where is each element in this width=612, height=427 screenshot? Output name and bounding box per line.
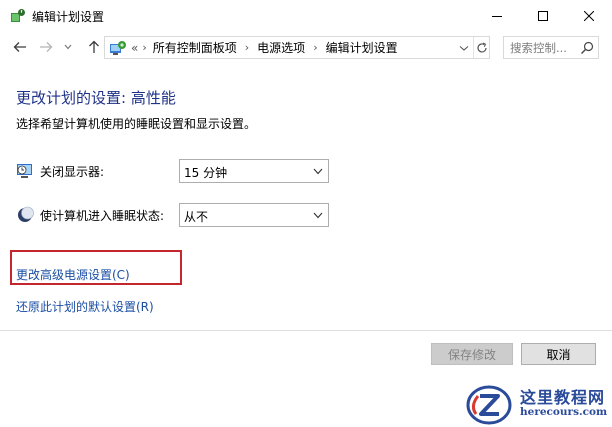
display-off-value: 15 分钟 [184, 166, 228, 180]
site-watermark: 这里教程网 herecours.com [466, 382, 612, 427]
close-icon [584, 11, 594, 21]
restore-defaults-link[interactable]: 还原此计划的默认设置(R) [16, 298, 154, 315]
display-off-label: 关闭显示器: [40, 165, 105, 179]
maximize-icon [538, 11, 548, 21]
up-button[interactable] [84, 37, 104, 57]
power-options-icon [11, 9, 25, 22]
display-off-setting: 关闭显示器: 15 分钟 [16, 159, 336, 183]
watermark-site-url: herecours.com [520, 406, 608, 418]
window-title: 编辑计划设置 [32, 10, 105, 24]
sleep-select[interactable]: 从不 [179, 203, 329, 227]
breadcrumb-overflow[interactable]: « [131, 41, 138, 55]
chevron-down-icon [64, 44, 72, 50]
save-changes-button[interactable]: 保存修改 [431, 343, 513, 365]
footer-divider [0, 330, 612, 331]
recent-locations-button[interactable] [62, 37, 74, 57]
breadcrumb: « › 所有控制面板项 › 电源选项 › 编辑计划设置 [131, 39, 398, 56]
breadcrumb-all-control-panel-items[interactable]: 所有控制面板项 [153, 39, 237, 56]
title-bar: 编辑计划设置 [0, 0, 612, 32]
control-panel-icon [110, 40, 126, 55]
breadcrumb-edit-plan-settings[interactable]: 编辑计划设置 [326, 39, 398, 56]
chevron-down-icon [459, 46, 469, 51]
minimize-button[interactable] [474, 0, 520, 32]
address-bar[interactable]: « › 所有控制面板项 › 电源选项 › 编辑计划设置 [104, 36, 490, 59]
refresh-button[interactable] [473, 37, 490, 58]
maximize-button[interactable] [520, 0, 566, 32]
page-description: 选择希望计算机使用的睡眠设置和显示设置。 [16, 117, 257, 131]
chevron-down-icon [313, 168, 323, 175]
advanced-power-settings-link[interactable]: 更改高级电源设置(C) [16, 266, 130, 283]
sleep-moon-icon [18, 206, 34, 222]
sleep-setting: 使计算机进入睡眠状态: 从不 [16, 203, 336, 227]
display-off-select[interactable]: 15 分钟 [179, 159, 329, 183]
breadcrumb-separator: › [313, 41, 318, 54]
breadcrumb-separator: › [142, 41, 147, 54]
breadcrumb-separator: › [244, 41, 250, 54]
navigation-bar: « › 所有控制面板项 › 电源选项 › 编辑计划设置 [0, 32, 612, 62]
search-input[interactable] [510, 40, 576, 55]
chevron-down-icon [313, 212, 323, 219]
watermark-site-name: 这里教程网 [520, 388, 606, 407]
forward-button[interactable] [36, 37, 56, 57]
arrow-left-icon [13, 42, 26, 52]
site-logo-icon [466, 385, 512, 425]
refresh-icon [477, 42, 487, 53]
display-timer-icon [17, 164, 32, 178]
address-history-button[interactable] [457, 40, 471, 56]
search-icon[interactable] [580, 41, 594, 55]
breadcrumb-power-options[interactable]: 电源选项 [257, 39, 305, 56]
arrow-up-icon [89, 40, 99, 53]
arrow-right-icon [40, 42, 53, 52]
page-title: 更改计划的设置: 高性能 [16, 89, 176, 107]
minimize-icon [492, 16, 502, 17]
sleep-label: 使计算机进入睡眠状态: [40, 209, 165, 223]
back-button[interactable] [10, 37, 30, 57]
search-box[interactable] [503, 36, 599, 59]
sleep-value: 从不 [184, 210, 209, 224]
close-button[interactable] [566, 0, 612, 32]
cancel-button[interactable]: 取消 [521, 343, 596, 365]
